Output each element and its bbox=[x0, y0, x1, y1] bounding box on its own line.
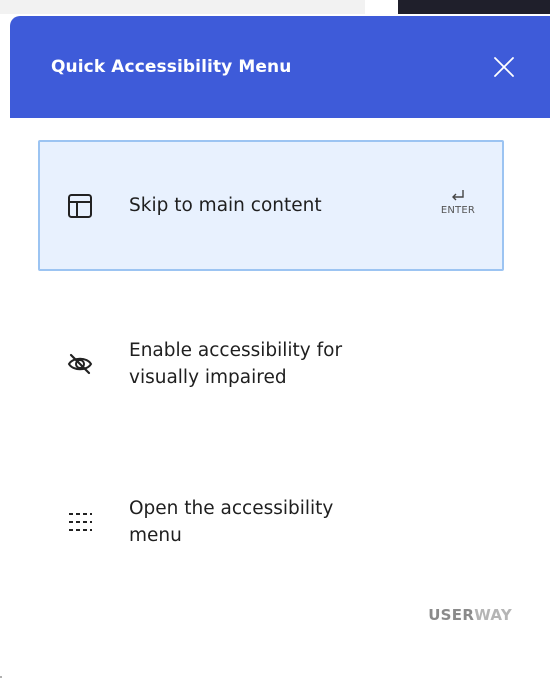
item-label: Skip to main content bbox=[129, 195, 322, 216]
open-accessibility-menu-item[interactable]: Open the accessibility menu bbox=[38, 456, 504, 587]
background-page-strip bbox=[0, 0, 365, 14]
dashed-menu-icon bbox=[66, 508, 94, 536]
background-dark-strip bbox=[398, 0, 550, 14]
layout-icon bbox=[66, 192, 94, 220]
page: Quick Accessibility Menu Skip to main co… bbox=[0, 0, 550, 680]
menu-items: Skip to main content ENTER Enable access… bbox=[38, 140, 504, 614]
userway-logo[interactable]: USERWAY bbox=[428, 606, 512, 624]
brand-part-user: USER bbox=[428, 606, 475, 624]
enable-visually-impaired-item[interactable]: Enable accessibility for visually impair… bbox=[38, 298, 504, 429]
enter-label: ENTER bbox=[440, 205, 475, 216]
panel-header: Quick Accessibility Menu bbox=[10, 16, 550, 118]
panel-title: Quick Accessibility Menu bbox=[51, 57, 292, 77]
skip-to-main-content-item[interactable]: Skip to main content ENTER bbox=[38, 140, 504, 271]
brand-part-way: WAY bbox=[474, 606, 512, 624]
close-icon bbox=[494, 57, 514, 77]
edge-mark bbox=[0, 676, 2, 678]
close-button[interactable] bbox=[490, 53, 518, 81]
enter-shortcut-hint: ENTER bbox=[441, 188, 475, 216]
eye-slash-icon bbox=[66, 350, 94, 378]
item-label: Enable accessibility for visually impair… bbox=[129, 339, 343, 388]
item-label: Open the accessibility menu bbox=[129, 497, 334, 546]
enter-key-icon bbox=[451, 190, 464, 201]
